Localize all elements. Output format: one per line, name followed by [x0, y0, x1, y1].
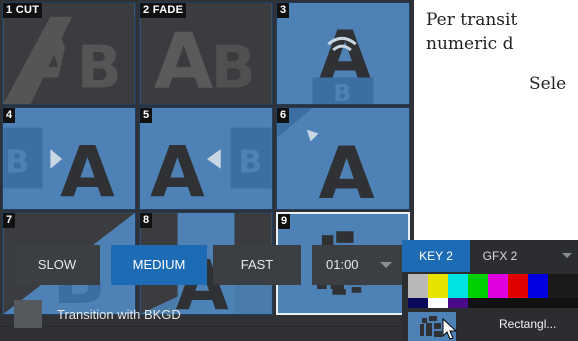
cut-transition-icon: A B [3, 3, 135, 104]
push-right-transition-icon: B A [3, 108, 135, 209]
svg-text:B: B [333, 79, 351, 104]
svg-text:B: B [77, 32, 122, 101]
active-item-row[interactable]: Rectangl... [402, 308, 578, 341]
svg-text:A: A [154, 17, 213, 104]
tile-number: 9 [278, 214, 291, 229]
key-gfx-panel: KEY 2 GFX 2 Rectangl... [402, 240, 578, 341]
tab-bar: KEY 2 GFX 2 [402, 240, 578, 272]
duration-value: 01:00 [326, 257, 359, 272]
svg-text:B: B [211, 32, 256, 101]
duration-dropdown[interactable]: 01:00 [312, 245, 404, 285]
mouse-cursor-icon [442, 318, 458, 340]
color-bars-thumbnail[interactable] [408, 274, 578, 308]
tile-number: 4 [3, 108, 16, 123]
slow-button[interactable]: SLOW [14, 245, 100, 285]
transition-tile-5[interactable]: A B 5 [139, 107, 273, 210]
doc-text-line-2: numeric d [426, 34, 514, 54]
chevron-down-icon [380, 262, 392, 268]
bkgd-label: Transition with BKGD [57, 307, 181, 322]
tile-number: 7 [3, 213, 16, 228]
transition-tile-2[interactable]: A B 2 FADE [139, 2, 273, 105]
bkgd-checkbox[interactable] [14, 300, 42, 328]
doc-text-line-3: Sele [529, 74, 567, 94]
svg-text:A: A [150, 130, 205, 209]
tile-number: 5 [140, 108, 153, 123]
svg-text:A: A [60, 130, 115, 209]
transition-panel: A B 1 CUT A B 2 FADE A B 3 B A 4 A B 5 A… [0, 0, 414, 341]
transition-tile-3[interactable]: A B 3 [276, 2, 410, 105]
chevron-down-icon[interactable] [562, 253, 572, 258]
tile-number: 6 [277, 108, 290, 123]
tab-key-2[interactable]: KEY 2 [402, 240, 470, 272]
transition-tile-4[interactable]: B A 4 [2, 107, 136, 210]
push-up-transition-icon: A B [277, 3, 409, 104]
medium-button[interactable]: MEDIUM [111, 245, 207, 285]
svg-text:B: B [5, 145, 29, 181]
doc-text-line-1: Per transit [426, 10, 518, 30]
tile-number: 1 CUT [3, 3, 43, 18]
tab-gfx-2[interactable]: GFX 2 [472, 240, 528, 272]
tile-number: 3 [277, 3, 290, 18]
diagonal-push-transition-icon: A [277, 108, 409, 209]
item-label: Rectangl... [499, 317, 557, 331]
transition-tile-6[interactable]: A 6 [276, 107, 410, 210]
push-left-transition-icon: A B [140, 108, 272, 209]
svg-text:A: A [318, 132, 374, 209]
transition-tile-1[interactable]: A B 1 CUT [2, 2, 136, 105]
tile-number: 8 [140, 213, 153, 228]
svg-text:B: B [238, 145, 262, 181]
fast-button[interactable]: FAST [213, 245, 301, 285]
fade-transition-icon: A B [140, 3, 272, 104]
tile-number: 2 FADE [140, 3, 187, 18]
